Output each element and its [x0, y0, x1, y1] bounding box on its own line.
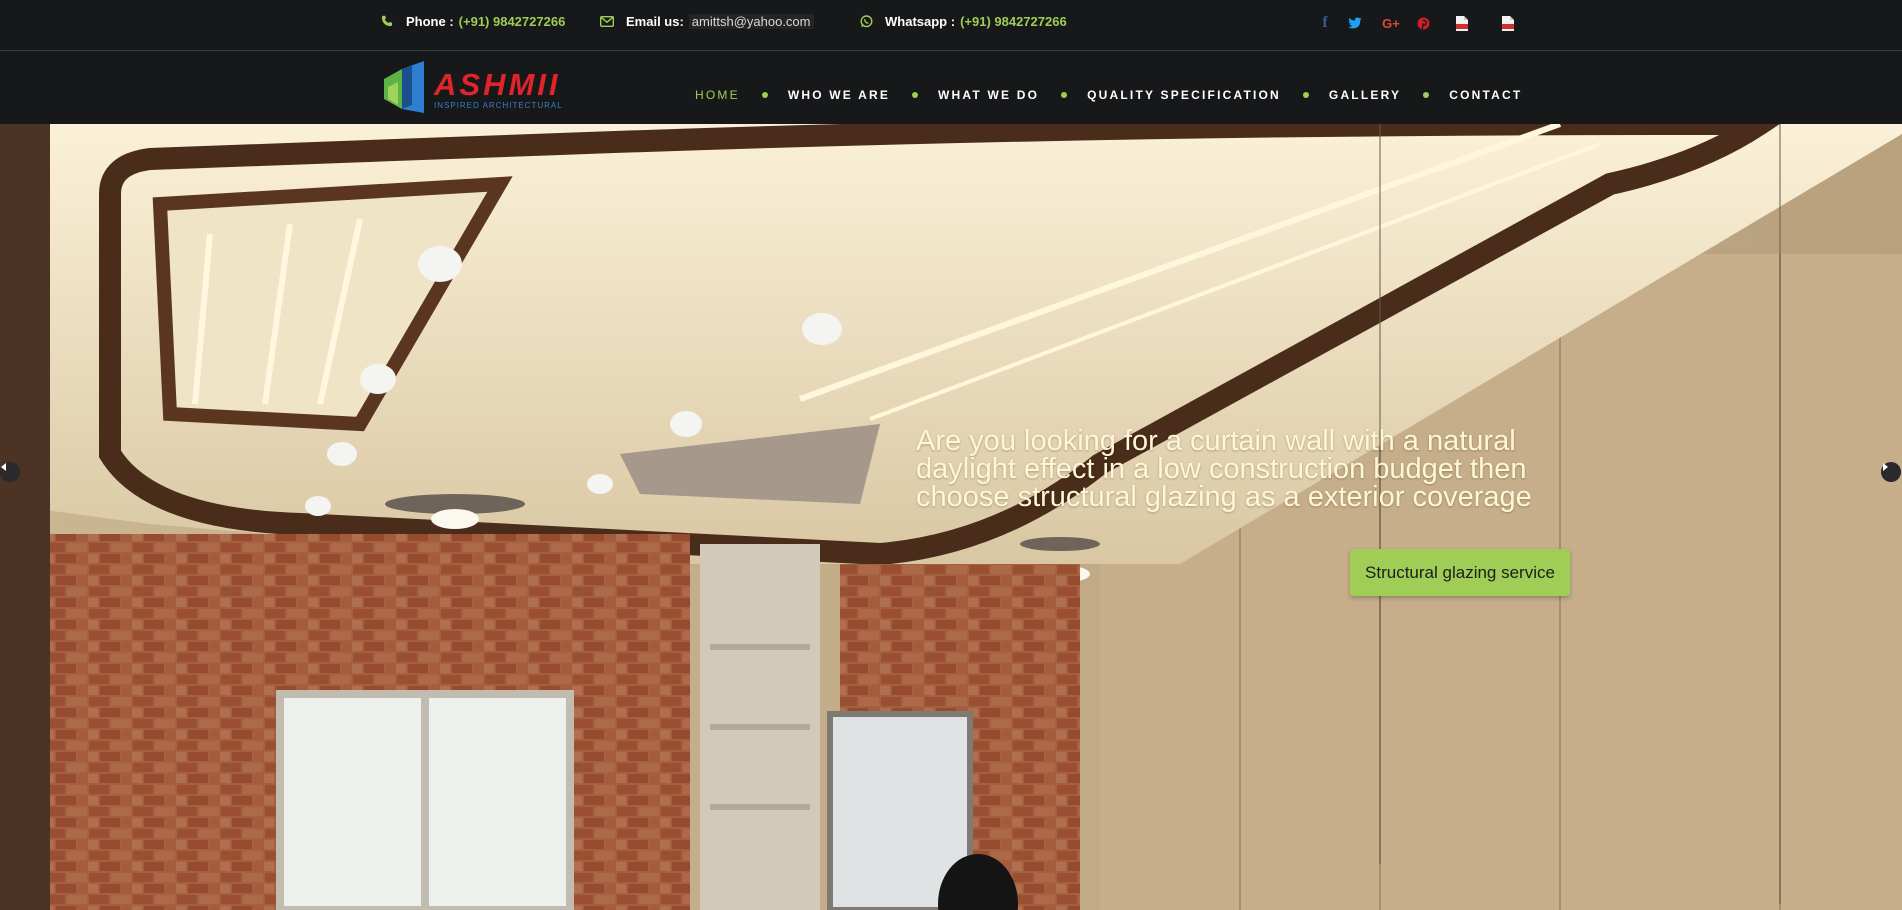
- pdf-icon[interactable]: [1453, 14, 1471, 32]
- nav-contact[interactable]: CONTACT: [1449, 88, 1522, 102]
- menu-separator-dot: [1423, 92, 1430, 98]
- whatsapp-label: Whatsapp :: [885, 13, 956, 29]
- facebook-icon[interactable]: f: [1316, 14, 1334, 32]
- email-label: Email us:: [626, 13, 684, 29]
- nav-home[interactable]: HOME: [695, 88, 740, 102]
- menu-separator-dot: [1061, 92, 1068, 98]
- twitter-icon[interactable]: [1346, 14, 1364, 32]
- nav-who-we-are[interactable]: WHO WE ARE: [788, 88, 890, 102]
- email-contact[interactable]: Email us: amittsh@yahoo.com: [600, 13, 814, 29]
- structural-glazing-service-button[interactable]: Structural glazing service: [1350, 549, 1570, 596]
- whatsapp-contact[interactable]: Whatsapp : (+91) 9842727266: [859, 13, 1067, 29]
- phone-icon: [380, 14, 394, 28]
- hero-headline: Are you looking for a curtain wall with …: [916, 425, 1576, 513]
- email-value[interactable]: amittsh@yahoo.com: [688, 13, 814, 29]
- nav-gallery[interactable]: GALLERY: [1329, 88, 1401, 102]
- envelope-icon: [600, 14, 614, 28]
- main-menu: HOME WHO WE ARE WHAT WE DO QUALITY SPECI…: [695, 88, 1522, 102]
- chevron-left-icon: [1, 463, 6, 471]
- phone-label: Phone :: [406, 13, 454, 29]
- main-navbar: ASHMII INSPIRED ARCHITECTURAL HOME WHO W…: [0, 52, 1902, 124]
- pinterest-icon[interactable]: [1414, 14, 1432, 32]
- whatsapp-icon: [859, 14, 873, 28]
- phone-value[interactable]: (+91) 9842727266: [459, 14, 566, 29]
- nav-quality-specification[interactable]: QUALITY SPECIFICATION: [1087, 88, 1281, 102]
- pdf-icon[interactable]: [1499, 14, 1517, 32]
- logo-mark: [384, 61, 424, 113]
- hero-background-image: [0, 124, 1902, 910]
- menu-separator-dot: [912, 92, 919, 98]
- chevron-right-icon: [1883, 463, 1888, 471]
- site-logo[interactable]: ASHMII INSPIRED ARCHITECTURAL: [380, 61, 590, 118]
- logo-tagline: INSPIRED ARCHITECTURAL: [434, 101, 563, 110]
- hero-line-1: Are you looking for a curtain wall with …: [916, 425, 1516, 457]
- hero-line-3: choose structural glazing as a exterior …: [916, 481, 1532, 513]
- slider-next-button[interactable]: [1881, 462, 1901, 482]
- menu-separator-dot: [761, 92, 768, 98]
- top-contact-bar: Phone : (+91) 9842727266 Email us: amitt…: [0, 0, 1902, 51]
- phone-contact[interactable]: Phone : (+91) 9842727266: [380, 13, 565, 29]
- hero-line-2: daylight effect in a low construction bu…: [916, 453, 1527, 485]
- whatsapp-value[interactable]: (+91) 9842727266: [960, 14, 1067, 29]
- logo-name: ASHMII: [434, 67, 561, 102]
- google-plus-icon[interactable]: G+: [1380, 14, 1402, 32]
- hero-slider: Are you looking for a curtain wall with …: [0, 124, 1902, 910]
- nav-what-we-do[interactable]: WHAT WE DO: [938, 88, 1039, 102]
- slider-prev-button[interactable]: [0, 462, 20, 482]
- menu-separator-dot: [1302, 92, 1309, 98]
